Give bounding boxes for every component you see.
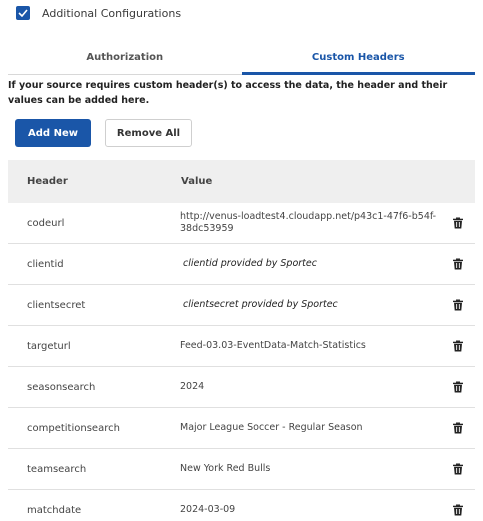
check-icon <box>18 9 28 17</box>
header-cell: clientsecret <box>27 299 86 311</box>
header-cell: codeurl <box>27 217 65 229</box>
value-cell: Major League Soccer - Regular Season <box>180 422 363 433</box>
header-cell: matchdate <box>27 504 82 516</box>
value-cell: 2024-03-09 <box>180 504 236 515</box>
additional-configurations-toggle[interactable]: Additional Configurations <box>16 6 181 20</box>
trash-icon[interactable] <box>453 381 463 393</box>
value-cell: Feed-03.03-EventData-Match-Statistics <box>180 340 366 351</box>
trash-icon[interactable] <box>453 504 463 516</box>
header-cell: clientid <box>27 258 64 270</box>
trash-icon[interactable] <box>453 340 463 352</box>
additional-configurations-checkbox[interactable] <box>16 6 30 20</box>
trash-icon[interactable] <box>453 258 463 270</box>
add-new-button[interactable]: Add New <box>15 119 91 147</box>
table-row: teamsearch New York Red Bulls <box>8 449 475 490</box>
value-cell: clientsecret provided by Sportec <box>183 299 338 310</box>
remove-all-button[interactable]: Remove All <box>105 119 192 147</box>
table-row: clientsecret clientsecret provided by Spo… <box>8 285 475 326</box>
header-cell: targeturl <box>27 340 71 352</box>
table-row: competitionsearch Major League Soccer - R… <box>8 408 475 449</box>
config-tabs: Authorization Custom Headers <box>8 45 475 75</box>
table-row: clientid clientid provided by Sportec <box>8 244 475 285</box>
header-cell: seasonsearch <box>27 381 96 393</box>
table-row: targeturl Feed-03.03-EventData-Match-Stat… <box>8 326 475 367</box>
value-cell: New York Red Bulls <box>180 463 271 474</box>
tab-custom-headers[interactable]: Custom Headers <box>241 45 476 75</box>
table-row: codeurl http://venus-loadtest4.cloudapp.n… <box>8 203 475 244</box>
value-cell: http://venus-loadtest4.cloudapp.net/p43c… <box>180 211 437 234</box>
header-cell: competitionsearch <box>27 422 120 434</box>
tab-authorization[interactable]: Authorization <box>8 45 242 74</box>
column-header-header: Header <box>27 176 68 187</box>
header-cell: teamsearch <box>27 463 87 475</box>
table-row: seasonsearch 2024 <box>8 367 475 408</box>
additional-configurations-label: Additional Configurations <box>42 6 182 20</box>
trash-icon[interactable] <box>453 217 463 229</box>
table-header-row: Header Value <box>8 160 475 203</box>
trash-icon[interactable] <box>453 422 463 434</box>
column-header-value: Value <box>181 176 213 187</box>
value-cell: 2024 <box>180 381 205 392</box>
custom-headers-table: Header Value codeurl http://venus-loadtes… <box>8 160 475 521</box>
trash-icon[interactable] <box>453 463 463 475</box>
value-cell: clientid provided by Sportec <box>183 258 317 269</box>
custom-headers-info-text: If your source requires custom header(s)… <box>8 80 448 106</box>
table-body: codeurl http://venus-loadtest4.cloudapp.n… <box>8 203 475 521</box>
trash-icon[interactable] <box>453 299 463 311</box>
table-row: matchdate 2024-03-09 <box>8 490 475 521</box>
